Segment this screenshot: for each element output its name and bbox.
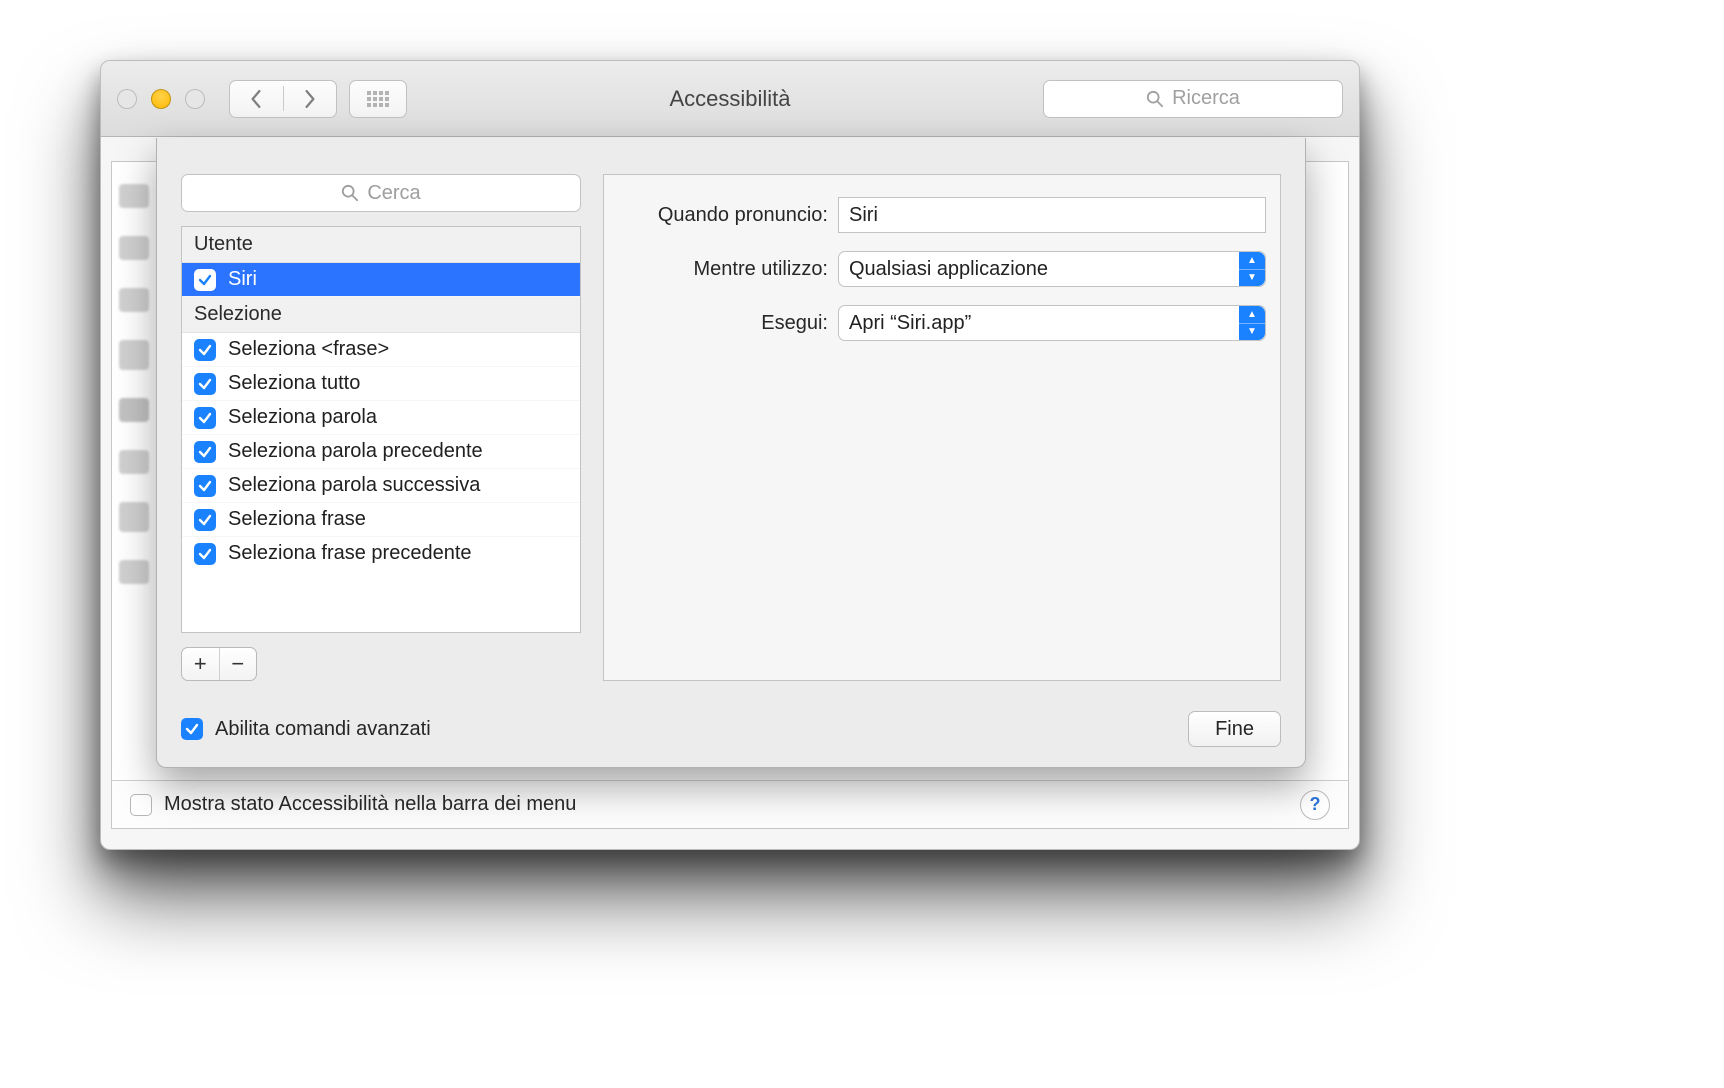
when-label: Quando pronuncio: <box>618 204 838 227</box>
accessibility-bottom-bar: Mostra stato Accessibilità nella barra d… <box>112 780 1348 828</box>
commands-left-column: Cerca Utente Siri Selezione <box>181 174 581 681</box>
category-icon <box>119 398 149 422</box>
done-button[interactable]: Fine <box>1188 711 1281 747</box>
while-select[interactable]: Qualsiasi applicazione ▲▼ <box>838 251 1266 287</box>
show-in-menubar-checkbox[interactable] <box>130 794 152 816</box>
list-item[interactable]: Seleziona frase <box>182 503 580 537</box>
command-checkbox[interactable] <box>194 509 216 531</box>
search-icon <box>1146 90 1164 108</box>
execute-select[interactable]: Apri “Siri.app” ▲▼ <box>838 305 1266 341</box>
remove-command-button[interactable]: − <box>220 648 257 680</box>
nav-back-forward <box>229 80 337 118</box>
category-icon <box>119 340 149 370</box>
help-button[interactable]: ? <box>1300 790 1330 820</box>
command-label: Seleziona frase <box>228 508 366 531</box>
select-stepper-icon: ▲▼ <box>1239 306 1265 340</box>
sheet-footer: Abilita comandi avanzati Fine <box>181 703 1281 747</box>
command-checkbox[interactable] <box>194 441 216 463</box>
add-remove-segment: + − <box>181 647 257 681</box>
list-section-selezione: Selezione <box>182 297 580 333</box>
command-checkbox[interactable] <box>194 475 216 497</box>
command-label: Seleziona parola precedente <box>228 440 483 463</box>
list-item[interactable]: Seleziona parola <box>182 401 580 435</box>
list-item[interactable]: Seleziona <frase> <box>182 333 580 367</box>
command-label: Seleziona parola successiva <box>228 474 480 497</box>
advanced-commands-label: Abilita comandi avanzati <box>215 718 431 741</box>
command-detail-form: Quando pronuncio: Siri Mentre utilizzo: … <box>603 174 1281 681</box>
category-icon <box>119 288 149 312</box>
category-icon <box>119 502 149 532</box>
command-checkbox[interactable] <box>194 543 216 565</box>
show-in-menubar-label: Mostra stato Accessibilità nella barra d… <box>164 793 576 816</box>
when-input[interactable]: Siri <box>838 197 1266 233</box>
command-label: Seleziona frase precedente <box>228 542 472 565</box>
category-icon <box>119 560 149 584</box>
titlebar: Accessibilità Ricerca <box>101 61 1359 137</box>
command-label: Seleziona tutto <box>228 372 360 395</box>
close-window-button[interactable] <box>117 89 137 109</box>
list-item[interactable]: Seleziona tutto <box>182 367 580 401</box>
command-checkbox[interactable] <box>194 339 216 361</box>
while-label: Mentre utilizzo: <box>618 258 838 281</box>
minimize-window-button[interactable] <box>151 89 171 109</box>
commands-list[interactable]: Utente Siri Selezione Seleziona <frase> <box>181 226 581 633</box>
nav-back-button[interactable] <box>230 81 283 117</box>
commands-search[interactable]: Cerca <box>181 174 581 212</box>
nav-forward-button[interactable] <box>284 81 337 117</box>
zoom-window-button[interactable] <box>185 89 205 109</box>
execute-value: Apri “Siri.app” <box>849 312 971 335</box>
system-preferences-window: Accessibilità Ricerca Mostra stato Acces… <box>100 60 1360 850</box>
dictation-commands-sheet: Cerca Utente Siri Selezione <box>156 138 1306 768</box>
list-item[interactable]: Seleziona frase precedente <box>182 537 580 570</box>
commands-search-placeholder: Cerca <box>367 182 420 205</box>
command-label: Seleziona parola <box>228 406 377 429</box>
command-checkbox[interactable] <box>194 407 216 429</box>
toolbar-search-placeholder: Ricerca <box>1172 87 1240 110</box>
accessibility-category-strip <box>114 162 154 828</box>
list-item[interactable]: Siri <box>182 263 580 297</box>
command-checkbox[interactable] <box>194 373 216 395</box>
while-value: Qualsiasi applicazione <box>849 258 1048 281</box>
command-label: Siri <box>228 268 257 291</box>
when-value: Siri <box>849 204 878 227</box>
toolbar-search[interactable]: Ricerca <box>1043 80 1343 118</box>
add-command-button[interactable]: + <box>182 648 220 680</box>
category-icon <box>119 450 149 474</box>
advanced-commands-checkbox[interactable] <box>181 718 203 740</box>
list-item[interactable]: Seleziona parola precedente <box>182 435 580 469</box>
search-icon <box>341 184 359 202</box>
category-icon <box>119 236 149 260</box>
command-checkbox[interactable] <box>194 269 216 291</box>
execute-label: Esegui: <box>618 312 838 335</box>
grid-icon <box>366 90 390 108</box>
traffic-lights <box>117 89 205 109</box>
list-item[interactable]: Seleziona parola successiva <box>182 469 580 503</box>
select-stepper-icon: ▲▼ <box>1239 252 1265 286</box>
minus-icon: − <box>231 651 244 677</box>
show-all-prefs-button[interactable] <box>349 80 407 118</box>
command-label: Seleziona <frase> <box>228 338 389 361</box>
category-icon <box>119 184 149 208</box>
question-mark-icon: ? <box>1310 794 1321 815</box>
plus-icon: + <box>194 651 207 677</box>
list-section-utente: Utente <box>182 227 580 263</box>
